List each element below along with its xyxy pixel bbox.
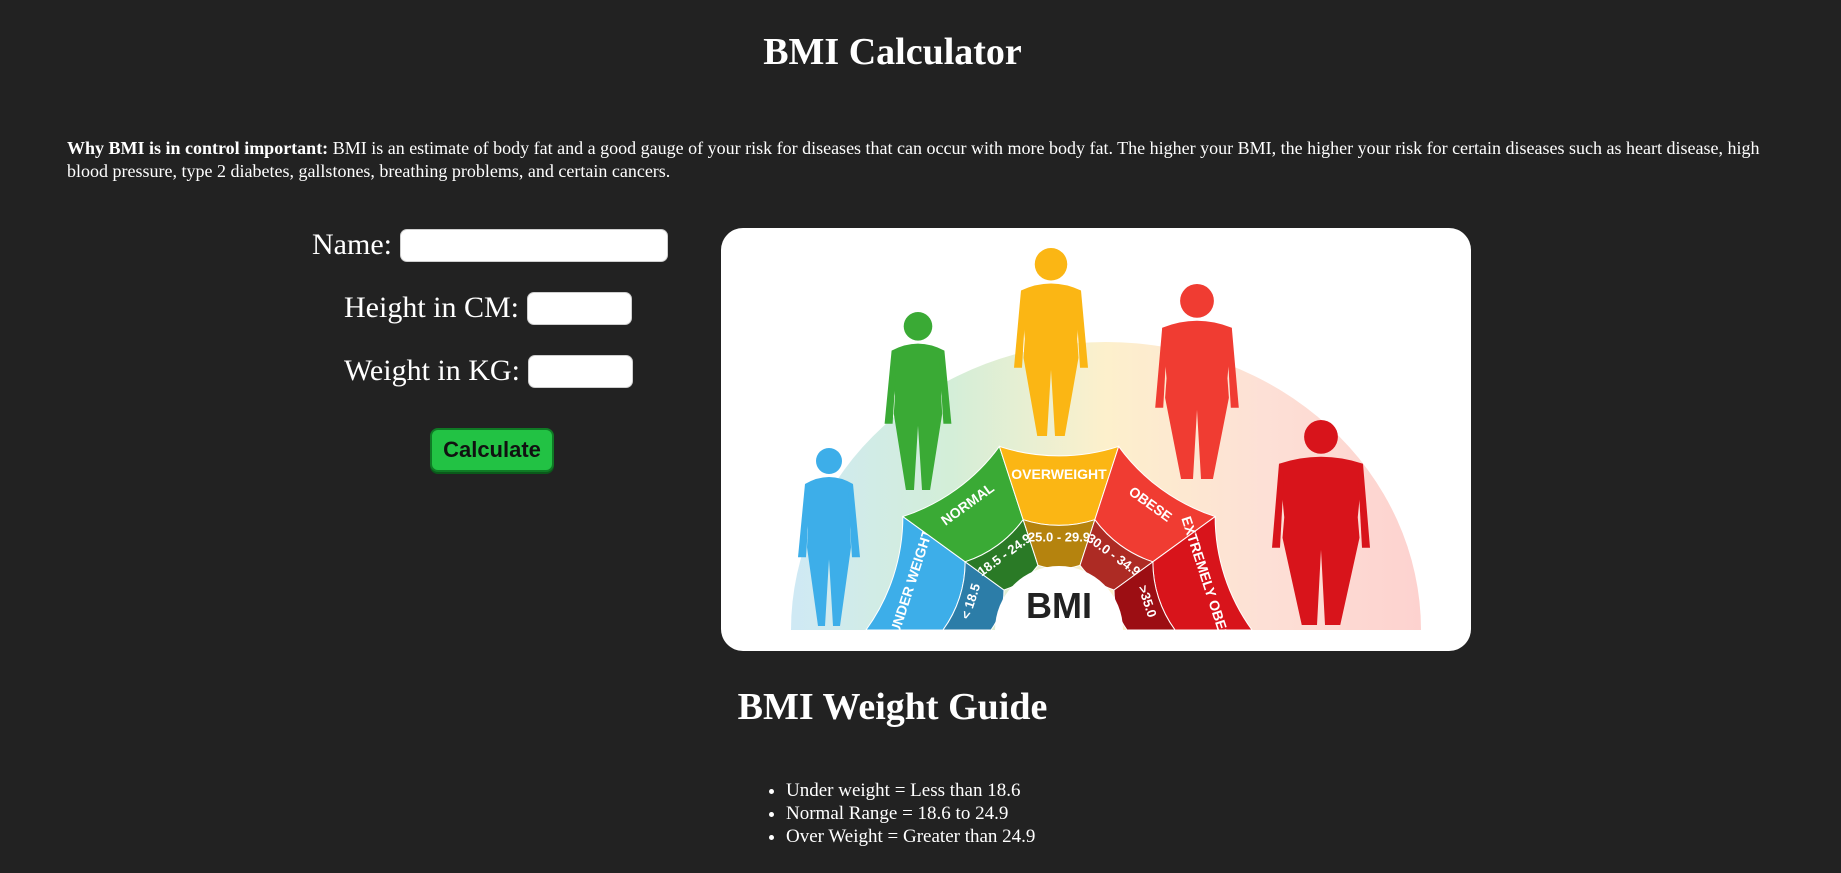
name-row: Name: (312, 228, 668, 262)
center-label: BMI (1026, 585, 1092, 626)
weight-label: Weight in KG: (344, 354, 520, 387)
weight-input[interactable] (527, 354, 633, 388)
category-label: OVERWEIGHT (1011, 466, 1107, 482)
weight-row: Weight in KG: (344, 354, 633, 388)
guide-item-normal: Normal Range = 18.6 to 24.9 (786, 802, 1035, 825)
guide-item-overweight: Over Weight = Greater than 24.9 (786, 825, 1035, 848)
range-label: 25.0 - 29.9 (1028, 529, 1090, 544)
bmi-chart-svg: UNDER WEIGHT < 18.5NORMAL18.5 - 24.9OVERW… (791, 248, 1421, 651)
bmi-chart-image: UNDER WEIGHT < 18.5 NORMAL 18.5 - 24.9 OVERW… (721, 228, 1471, 651)
name-input[interactable] (399, 228, 668, 262)
calculate-button[interactable]: Calculate (430, 428, 554, 472)
intro-paragraph: Why BMI is in control important: BMI is … (67, 137, 1767, 183)
ring-border (860, 630, 1258, 651)
name-label: Name: (312, 228, 392, 261)
guide-list: Under weight = Less than 18.6 Normal Ran… (786, 779, 1035, 848)
intro-heading: Why BMI is in control important: (67, 138, 329, 158)
guide-title: BMI Weight Guide (737, 686, 1048, 728)
height-label: Height in CM: (344, 291, 520, 324)
page-title: BMI Calculator (763, 31, 1022, 73)
height-input[interactable] (527, 291, 633, 325)
height-row: Height in CM: (344, 291, 633, 325)
guide-item-underweight: Under weight = Less than 18.6 (786, 779, 1035, 802)
